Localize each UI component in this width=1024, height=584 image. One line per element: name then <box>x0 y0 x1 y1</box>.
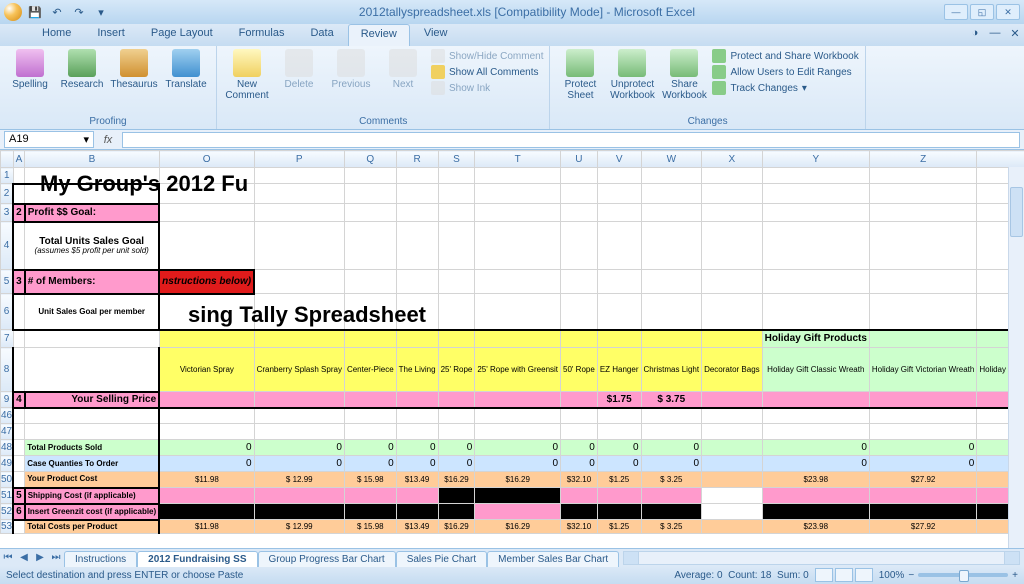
fx-icon[interactable]: fx <box>98 134 118 146</box>
sheet-tab-group-progress[interactable]: Group Progress Bar Chart <box>258 551 396 567</box>
sheet-tab-instructions[interactable]: Instructions <box>64 551 137 567</box>
help-icon[interactable]: ◑ <box>966 24 984 42</box>
group-proofing: Spelling Research Thesaurus Translate Pr… <box>0 46 217 129</box>
track-changes-button[interactable]: Track Changes ▾ <box>712 81 858 95</box>
new-comment-button[interactable]: New Comment <box>223 49 271 101</box>
unprotect-workbook-button[interactable]: Unprotect Workbook <box>608 49 656 101</box>
group-changes: Protect Sheet Unprotect Workbook Share W… <box>550 46 865 129</box>
sheet-nav-first[interactable]: ⏮ <box>0 552 16 563</box>
allow-edit-button[interactable]: Allow Users to Edit Ranges <box>712 65 858 79</box>
namebox-dropdown-icon[interactable]: ▾ <box>83 133 89 146</box>
tab-page-layout[interactable]: Page Layout <box>139 24 225 46</box>
ribbon-close-icon[interactable]: ✕ <box>1006 24 1024 42</box>
research-button[interactable]: Research <box>58 49 106 90</box>
zoom-in-icon[interactable]: + <box>1012 570 1018 581</box>
prev-comment-label: Previous <box>332 79 371 90</box>
close-button[interactable]: ✕ <box>996 4 1020 20</box>
formula-bar: A19▾ fx <box>0 130 1024 150</box>
view-normal-button[interactable] <box>815 568 833 582</box>
zoom-out-icon[interactable]: − <box>908 570 914 581</box>
unprotect-label: Unprotect Workbook <box>608 79 656 101</box>
translate-button[interactable]: Translate <box>162 49 210 90</box>
new-comment-label: New Comment <box>223 79 271 101</box>
protect-share-button[interactable]: Protect and Share Workbook <box>712 49 858 63</box>
undo-icon[interactable]: ↶ <box>48 3 66 21</box>
delete-comment-button: Delete <box>275 49 323 90</box>
sheet-nav-last[interactable]: ⏭ <box>48 552 64 563</box>
view-layout-button[interactable] <box>835 568 853 582</box>
view-buttons <box>815 568 873 582</box>
status-count: Count: 18 <box>728 570 771 581</box>
zoom-label: 100% <box>879 570 905 581</box>
ribbon-tabs: Home Insert Page Layout Formulas Data Re… <box>0 24 1024 46</box>
tab-home[interactable]: Home <box>30 24 83 46</box>
title-bar: 💾 ↶ ↷ ▾ 2012tallyspreadsheet.xls [Compat… <box>0 0 1024 24</box>
share-workbook-button[interactable]: Share Workbook <box>660 49 708 101</box>
showall-comments-button[interactable]: Show All Comments <box>431 65 543 79</box>
save-icon[interactable]: 💾 <box>26 3 44 21</box>
status-sum: Sum: 0 <box>777 570 809 581</box>
spelling-button[interactable]: Spelling <box>6 49 54 90</box>
qat-dropdown-icon[interactable]: ▾ <box>92 3 110 21</box>
status-average: Average: 0 <box>674 570 722 581</box>
previous-comment-button: Previous <box>327 49 375 90</box>
office-orb[interactable] <box>4 3 22 21</box>
status-bar: Select destination and press ENTER or ch… <box>0 566 1024 584</box>
vertical-scrollbar[interactable] <box>1008 167 1024 548</box>
showhide-comment-button: Show/Hide Comment <box>431 49 543 63</box>
protect-sheet-label: Protect Sheet <box>556 79 604 101</box>
sheet-tab-member-sales[interactable]: Member Sales Bar Chart <box>487 551 619 567</box>
sheet-tab-sales-pie[interactable]: Sales Pie Chart <box>396 551 487 567</box>
horizontal-scrollbar[interactable] <box>623 551 1020 565</box>
ribbon: Spelling Research Thesaurus Translate Pr… <box>0 46 1024 130</box>
group-comments: New Comment Delete Previous Next Show/Hi… <box>217 46 550 129</box>
worksheet-grid[interactable]: ABOPQRSTUVWXYZAAABACADAEAFAG1232Profit $… <box>0 150 1024 548</box>
restore-button[interactable]: ◱ <box>970 4 994 20</box>
next-comment-label: Next <box>393 79 414 90</box>
group-proofing-label: Proofing <box>6 115 210 128</box>
tab-view[interactable]: View <box>412 24 460 46</box>
sheet-tab-fundraising[interactable]: 2012 Fundraising SS <box>137 551 257 567</box>
next-comment-button: Next <box>379 49 427 90</box>
spelling-label: Spelling <box>12 79 48 90</box>
research-label: Research <box>61 79 104 90</box>
sheet-tab-bar: ⏮ ◀ ▶ ⏭ Instructions 2012 Fundraising SS… <box>0 548 1024 566</box>
group-changes-label: Changes <box>556 115 858 128</box>
minimize-button[interactable]: — <box>944 4 968 20</box>
ribbon-min-icon[interactable]: — <box>986 24 1004 42</box>
group-comments-label: Comments <box>223 115 543 128</box>
tab-review[interactable]: Review <box>348 24 410 46</box>
redo-icon[interactable]: ↷ <box>70 3 88 21</box>
protect-sheet-button[interactable]: Protect Sheet <box>556 49 604 101</box>
sheet-nav-next[interactable]: ▶ <box>32 552 48 563</box>
view-pagebreak-button[interactable] <box>855 568 873 582</box>
name-box[interactable]: A19▾ <box>4 131 94 148</box>
share-label: Share Workbook <box>660 79 708 101</box>
formula-input[interactable] <box>122 132 1020 148</box>
quick-access-toolbar: 💾 ↶ ↷ ▾ <box>26 3 110 21</box>
zoom-slider[interactable] <box>918 573 1008 577</box>
tab-data[interactable]: Data <box>298 24 345 46</box>
thesaurus-label: Thesaurus <box>110 79 157 90</box>
window-title: 2012tallyspreadsheet.xls [Compatibility … <box>110 5 944 19</box>
translate-label: Translate <box>165 79 206 90</box>
zoom-control[interactable]: 100% − + <box>879 570 1018 581</box>
delete-comment-label: Delete <box>285 79 314 90</box>
tab-insert[interactable]: Insert <box>85 24 137 46</box>
sheet-nav-prev[interactable]: ◀ <box>16 552 32 563</box>
thesaurus-button[interactable]: Thesaurus <box>110 49 158 90</box>
show-ink-button: Show Ink <box>431 81 543 95</box>
status-message: Select destination and press ENTER or ch… <box>6 570 243 581</box>
tab-formulas[interactable]: Formulas <box>227 24 297 46</box>
